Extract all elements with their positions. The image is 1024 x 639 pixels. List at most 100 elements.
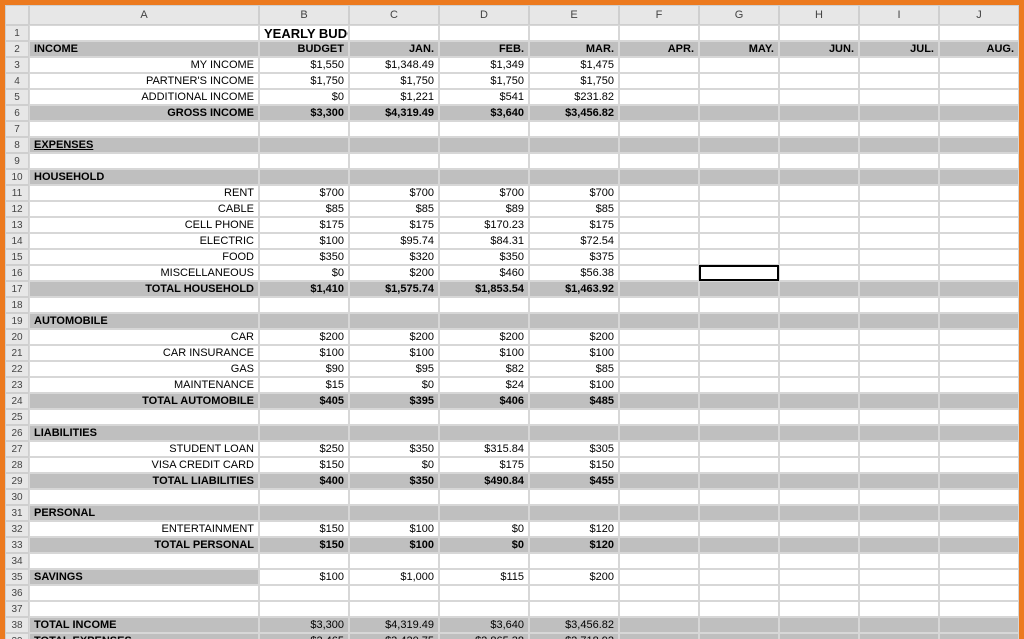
row-label[interactable]: TOTAL PERSONAL	[29, 537, 259, 553]
val[interactable]: $200	[259, 329, 349, 345]
row-label[interactable]: FOOD	[29, 249, 259, 265]
val[interactable]	[779, 377, 859, 393]
val[interactable]	[779, 233, 859, 249]
cell[interactable]	[939, 601, 1019, 617]
cell[interactable]	[939, 313, 1019, 329]
cell[interactable]	[859, 153, 939, 169]
cell[interactable]	[349, 505, 439, 521]
val[interactable]	[859, 633, 939, 639]
val[interactable]: $200	[439, 329, 529, 345]
col-header-G[interactable]: G	[699, 5, 779, 25]
cell[interactable]	[779, 137, 859, 153]
cell[interactable]	[619, 585, 699, 601]
val[interactable]	[939, 345, 1019, 361]
val[interactable]: $120	[529, 521, 619, 537]
cell[interactable]	[29, 601, 259, 617]
cell[interactable]	[779, 25, 859, 41]
val[interactable]: $200	[529, 329, 619, 345]
cell[interactable]	[259, 489, 349, 505]
cell[interactable]	[439, 137, 529, 153]
val[interactable]	[699, 233, 779, 249]
cell[interactable]	[259, 313, 349, 329]
row-label[interactable]: CELL PHONE	[29, 217, 259, 233]
val[interactable]: $175	[349, 217, 439, 233]
row-header-12[interactable]: 12	[5, 201, 29, 217]
val[interactable]: $405	[259, 393, 349, 409]
row-label[interactable]: RENT	[29, 185, 259, 201]
section-expenses[interactable]: EXPENSES	[29, 137, 259, 153]
val[interactable]: $320	[349, 249, 439, 265]
cell[interactable]	[29, 153, 259, 169]
val[interactable]	[859, 249, 939, 265]
val[interactable]: $406	[439, 393, 529, 409]
cell[interactable]	[529, 425, 619, 441]
row-header-28[interactable]: 28	[5, 457, 29, 473]
row-header-10[interactable]: 10	[5, 169, 29, 185]
val[interactable]	[699, 361, 779, 377]
val[interactable]: $0	[349, 457, 439, 473]
val[interactable]	[939, 361, 1019, 377]
val[interactable]	[859, 233, 939, 249]
val[interactable]	[779, 521, 859, 537]
val[interactable]	[699, 521, 779, 537]
row-label[interactable]: CAR INSURANCE	[29, 345, 259, 361]
val[interactable]: $350	[439, 249, 529, 265]
cell[interactable]	[529, 137, 619, 153]
val[interactable]	[779, 105, 859, 121]
val[interactable]	[699, 345, 779, 361]
cell[interactable]	[529, 153, 619, 169]
val[interactable]: $1,750	[529, 73, 619, 89]
row-header-14[interactable]: 14	[5, 233, 29, 249]
val[interactable]	[939, 185, 1019, 201]
col-hdr[interactable]: MAR.	[529, 41, 619, 57]
val[interactable]	[779, 569, 859, 585]
val[interactable]	[779, 633, 859, 639]
val[interactable]: $231.82	[529, 89, 619, 105]
row-header-29[interactable]: 29	[5, 473, 29, 489]
cell[interactable]	[859, 25, 939, 41]
val[interactable]: $3,640	[439, 617, 529, 633]
val[interactable]	[779, 265, 859, 281]
cell[interactable]	[619, 153, 699, 169]
cell[interactable]	[439, 585, 529, 601]
cell[interactable]	[529, 169, 619, 185]
col-hdr[interactable]: MAY.	[699, 41, 779, 57]
cell[interactable]	[619, 25, 699, 41]
cell[interactable]	[349, 169, 439, 185]
val[interactable]: $150	[259, 457, 349, 473]
val[interactable]	[619, 361, 699, 377]
cell[interactable]	[259, 137, 349, 153]
cell[interactable]	[439, 313, 529, 329]
cell[interactable]	[529, 505, 619, 521]
val[interactable]: $100	[349, 537, 439, 553]
cell[interactable]	[939, 425, 1019, 441]
cell[interactable]	[529, 313, 619, 329]
row-header-22[interactable]: 22	[5, 361, 29, 377]
val[interactable]: $1,000	[349, 569, 439, 585]
val[interactable]	[859, 393, 939, 409]
val[interactable]: $700	[349, 185, 439, 201]
cell[interactable]	[349, 313, 439, 329]
cell[interactable]	[259, 425, 349, 441]
cell[interactable]	[779, 601, 859, 617]
cell[interactable]	[779, 313, 859, 329]
val[interactable]	[939, 633, 1019, 639]
val[interactable]	[939, 473, 1019, 489]
cell[interactable]	[779, 169, 859, 185]
val[interactable]: $315.84	[439, 441, 529, 457]
cell[interactable]	[349, 489, 439, 505]
row-label[interactable]: MAINTENANCE	[29, 377, 259, 393]
val[interactable]	[619, 569, 699, 585]
val[interactable]	[699, 281, 779, 297]
val[interactable]	[779, 57, 859, 73]
cell[interactable]	[859, 169, 939, 185]
cell[interactable]	[29, 25, 259, 41]
val[interactable]	[699, 217, 779, 233]
val[interactable]	[939, 617, 1019, 633]
val[interactable]: $89	[439, 201, 529, 217]
cell[interactable]	[29, 297, 259, 313]
cell[interactable]	[939, 121, 1019, 137]
val[interactable]	[859, 377, 939, 393]
cell[interactable]	[349, 585, 439, 601]
row-header-17[interactable]: 17	[5, 281, 29, 297]
